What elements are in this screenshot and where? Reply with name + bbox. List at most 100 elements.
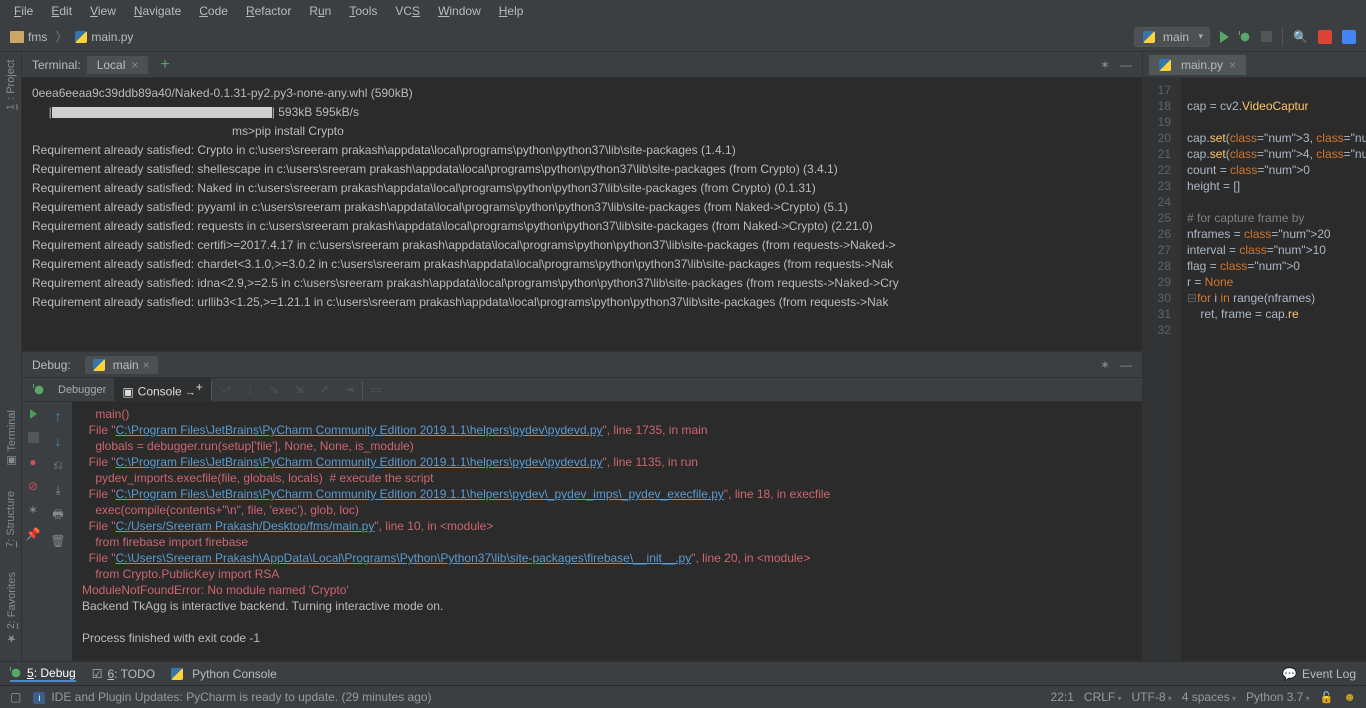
debug-console-controls: ↑ ↓ ⎌ ⤓ 🖶 🗑 <box>44 402 72 661</box>
tab-debug[interactable]: 5: Debug <box>10 666 76 682</box>
folder-icon <box>10 31 24 43</box>
minimize-icon[interactable]: — <box>1120 58 1132 72</box>
print-icon[interactable]: 🖶 <box>51 508 66 523</box>
minimize-icon[interactable]: — <box>1120 358 1132 372</box>
python-icon <box>93 359 105 371</box>
run-config-select[interactable]: main <box>1134 27 1210 47</box>
editor-tab-mainpy[interactable]: main.py × <box>1149 55 1246 75</box>
new-terminal-button[interactable]: + <box>154 56 175 74</box>
search-everywhere-icon[interactable]: 🔍 <box>1293 30 1308 44</box>
menu-view[interactable]: View <box>82 2 124 20</box>
run-button[interactable] <box>1220 31 1229 43</box>
debug-toolbar: Debugger ▣Console →+ ⤻ ↓ ↘ ⇲ ↗ ⇥ ▭ <box>22 378 1142 402</box>
settings-icon[interactable]: ✶ <box>26 502 41 517</box>
python-file-icon <box>1159 59 1171 71</box>
center-column: Terminal: Local× + ✶ — 0eea6eeaa9c39ddb8… <box>22 52 1142 661</box>
step-over-icon[interactable]: ⤻ <box>212 380 240 399</box>
info-icon: i <box>33 692 45 704</box>
step-out-icon[interactable]: ↗ <box>311 380 336 399</box>
resume-icon[interactable] <box>26 406 41 421</box>
down-stack-icon[interactable]: ↓ <box>51 433 66 448</box>
breadcrumb-folder-label: fms <box>28 30 47 44</box>
clear-icon[interactable]: 🗑 <box>51 533 66 548</box>
left-toolwindow-bar-lower: ▣ Terminal 7: Structure ★ 2: Favorites <box>0 410 22 645</box>
tab-todo[interactable]: ☑6: TODO <box>92 667 155 681</box>
force-step-icon[interactable]: ⇲ <box>286 380 311 399</box>
python-icon <box>171 668 183 680</box>
tab-event-log[interactable]: 💬Event Log <box>1282 667 1356 681</box>
terminal-output[interactable]: 0eea6eeaa9c39ddb89a40/Naked-0.1.31-py2.p… <box>22 78 1142 351</box>
editor-pane: main.py × 1718192021222324252627282930313… <box>1142 52 1366 661</box>
status-message[interactable]: iIDE and Plugin Updates: PyCharm is read… <box>33 690 431 704</box>
editor-body[interactable]: 17181920212223242526272829303132 cap = c… <box>1143 78 1366 661</box>
console-tab[interactable]: ▣Console →+ <box>114 377 210 402</box>
debug-button[interactable] <box>1239 31 1251 43</box>
menubar: File Edit View Navigate Code Refactor Ru… <box>0 0 1366 22</box>
debug-config-tab[interactable]: main × <box>85 356 158 374</box>
run-controls: main 🔍 <box>1134 27 1356 47</box>
status-corner-icon[interactable]: ▢ <box>10 690 21 704</box>
step-into-my-icon[interactable]: ↘ <box>261 380 286 399</box>
terminal-tab-label: Local <box>97 58 126 72</box>
breadcrumb-folder[interactable]: fms <box>10 30 47 44</box>
readonly-lock-icon[interactable]: 🔓 <box>1320 691 1334 704</box>
settings-icon[interactable]: ✶ <box>1100 358 1110 372</box>
close-icon[interactable]: × <box>1229 58 1236 72</box>
terminal-tab-local[interactable]: Local × <box>87 56 149 74</box>
tab-structure[interactable]: 7: Structure <box>5 491 17 547</box>
terminal-header: Terminal: Local× + ✶ — <box>22 52 1142 78</box>
stop-button[interactable] <box>1261 31 1272 42</box>
close-icon[interactable]: × <box>131 58 138 72</box>
bottom-toolwindow-bar: 5: Debug ☑6: TODO Python Console 💬Event … <box>0 661 1366 685</box>
status-encoding[interactable]: UTF-8 <box>1132 690 1172 704</box>
scroll-end-icon[interactable]: ⤓ <box>51 483 66 498</box>
debug-tab-label: main <box>113 358 139 372</box>
debug-title: Debug: <box>32 358 71 372</box>
status-indent[interactable]: 4 spaces <box>1182 690 1236 704</box>
menu-run[interactable]: Run <box>301 2 339 20</box>
status-interpreter[interactable]: Python 3.7 <box>1246 690 1310 704</box>
stop-icon[interactable] <box>26 430 41 445</box>
debug-console[interactable]: main() File "C:\Program Files\JetBrains\… <box>72 402 1142 661</box>
menu-help[interactable]: Help <box>491 2 532 20</box>
menu-vcs[interactable]: VCS <box>387 2 428 20</box>
view-breakpoints-icon[interactable]: ● <box>26 454 41 469</box>
status-bar: ▢ iIDE and Plugin Updates: PyCharm is re… <box>0 685 1366 708</box>
editor-tab-label: main.py <box>1181 58 1223 72</box>
terminal-body: 0eea6eeaa9c39ddb89a40/Naked-0.1.31-py2.p… <box>22 78 1142 351</box>
tab-favorites[interactable]: ★ 2: Favorites <box>5 572 18 645</box>
step-into-icon[interactable]: ↓ <box>240 381 262 399</box>
mute-breakpoints-icon[interactable]: ⊘ <box>26 478 41 493</box>
menu-code[interactable]: Code <box>191 2 236 20</box>
menu-refactor[interactable]: Refactor <box>238 2 299 20</box>
menu-window[interactable]: Window <box>430 2 489 20</box>
pin-icon[interactable]: 📌 <box>26 526 41 541</box>
status-cursor-position: 22:1 <box>1051 690 1074 704</box>
event-log-label: Event Log <box>1302 667 1356 681</box>
tab-python-console[interactable]: Python Console <box>171 667 277 681</box>
menu-edit[interactable]: Edit <box>43 2 80 20</box>
google-blue-icon[interactable] <box>1342 30 1356 44</box>
chevron-right-icon: 〉 <box>55 28 67 45</box>
evaluate-icon[interactable]: ▭ <box>363 380 389 399</box>
editor-code[interactable]: cap = cv2.VideoCaptur cap.set(class="num… <box>1181 78 1366 661</box>
soft-wrap-icon[interactable]: ⎌ <box>51 458 66 473</box>
up-stack-icon[interactable]: ↑ <box>51 408 66 423</box>
editor-gutter: 17181920212223242526272829303132 <box>1143 78 1181 661</box>
google-red-icon[interactable] <box>1318 30 1332 44</box>
menu-file[interactable]: File <box>6 2 41 20</box>
menu-navigate[interactable]: Navigate <box>126 2 189 20</box>
debugger-tab[interactable]: Debugger <box>50 381 114 399</box>
rerun-icon[interactable] <box>28 384 50 396</box>
tab-terminal-side[interactable]: ▣ Terminal <box>5 410 18 467</box>
run-to-cursor-icon[interactable]: ⇥ <box>337 380 362 399</box>
settings-icon[interactable]: ✶ <box>1100 58 1110 72</box>
run-config-label: main <box>1163 30 1189 44</box>
breadcrumb-file-label: main.py <box>91 30 133 44</box>
status-hector-icon[interactable]: ☻ <box>1343 690 1356 704</box>
tab-project[interactable]: 1: Project <box>5 60 17 110</box>
close-icon[interactable]: × <box>143 358 150 372</box>
menu-tools[interactable]: Tools <box>341 2 385 20</box>
status-line-separator[interactable]: CRLF <box>1084 690 1122 704</box>
breadcrumb-file[interactable]: main.py <box>75 30 133 44</box>
